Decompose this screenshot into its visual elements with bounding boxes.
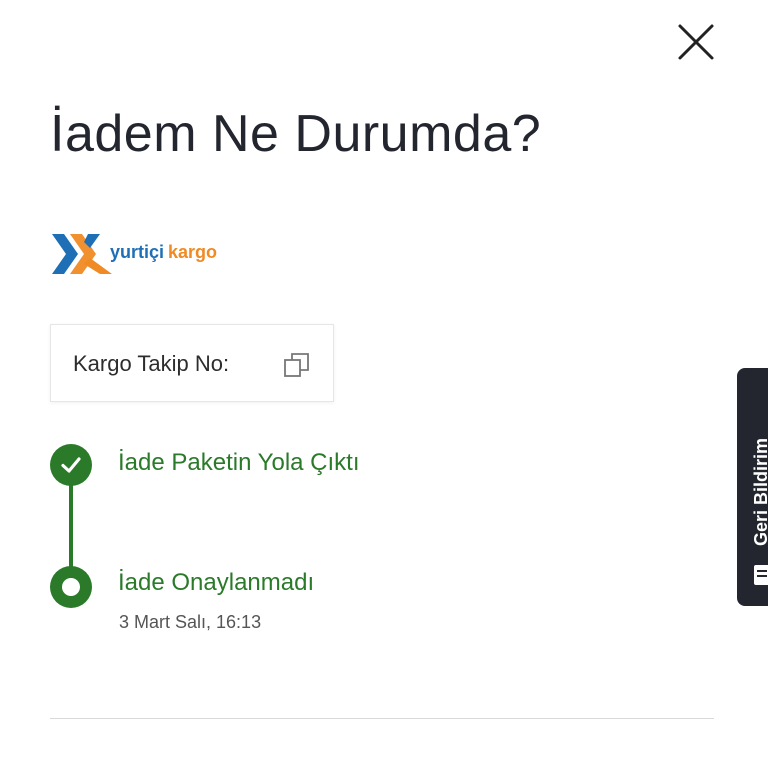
timeline-step-title: İade Onaylanmadı [118, 569, 315, 596]
return-status-panel: İadem Ne Durumda? yurtiçi kargo Kargo Ta… [0, 0, 768, 768]
feedback-tab-label: Geri Bildirim [751, 437, 768, 546]
yurtici-kargo-logo: yurtiçi kargo [52, 234, 217, 274]
current-dot-icon [62, 578, 80, 596]
close-icon [678, 24, 714, 60]
feedback-tab[interactable]: Geri Bildirim [737, 368, 768, 606]
tracking-number-box: Kargo Takip No: [50, 324, 334, 402]
timeline-step-title: İade Paketin Yola Çıktı [118, 449, 360, 476]
page-title: İadem Ne Durumda? [50, 105, 542, 163]
timeline-connector [69, 480, 73, 572]
tracking-number-label: Kargo Takip No: [73, 351, 230, 376]
copy-icon [284, 353, 309, 377]
check-icon [61, 457, 81, 473]
feedback-icon [754, 565, 768, 585]
timeline-step-done-marker [50, 444, 92, 486]
timeline-step-current-marker [50, 566, 92, 608]
logo-text-secondary: kargo [168, 242, 217, 262]
logo-text-primary: yurtiçi [110, 242, 164, 262]
close-button[interactable] [674, 20, 718, 64]
timeline-step-date: 3 Mart Salı, 16:13 [119, 612, 262, 632]
carrier-logo: yurtiçi kargo [50, 228, 230, 278]
copy-button[interactable] [283, 351, 311, 379]
divider [50, 718, 714, 719]
